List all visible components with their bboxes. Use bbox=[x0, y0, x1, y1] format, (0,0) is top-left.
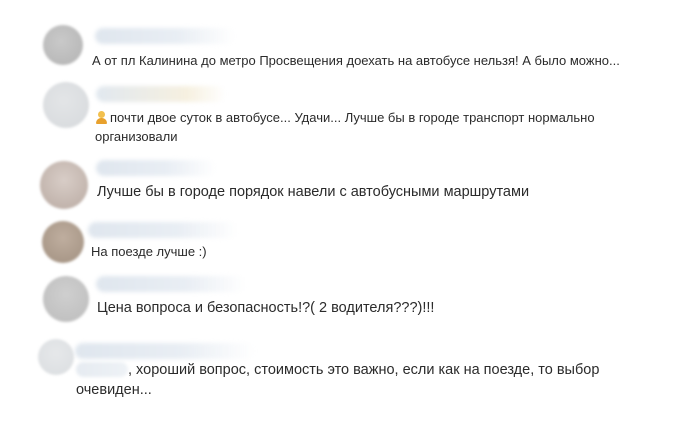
author-name[interactable] bbox=[96, 276, 246, 292]
comment-text-line1: почти двое суток в автобусе... Удачи... … bbox=[110, 110, 595, 125]
comment-item: А от пл Калинина до метро Просвещения до… bbox=[0, 0, 696, 80]
comment-text: Цена вопроса и безопасность!?( 2 водител… bbox=[97, 300, 435, 316]
avatar[interactable] bbox=[42, 221, 84, 263]
author-name[interactable] bbox=[96, 86, 226, 102]
person-emoji-icon bbox=[95, 111, 108, 124]
author-name[interactable] bbox=[88, 222, 238, 238]
avatar[interactable] bbox=[43, 276, 89, 322]
comment-text: почти двое суток в автобусе... Удачи... … bbox=[95, 108, 595, 127]
comment-text-line1: , хороший вопрос, стоимость это важно, е… bbox=[128, 362, 600, 378]
avatar[interactable] bbox=[43, 25, 83, 65]
comment-item: Цена вопроса и безопасность!?( 2 водител… bbox=[0, 270, 696, 335]
author-name[interactable] bbox=[75, 343, 255, 359]
comment-text: А от пл Калинина до метро Просвещения до… bbox=[92, 53, 620, 68]
comment-text: На поезде лучше :) bbox=[91, 244, 207, 259]
comment-item: почти двое суток в автобусе... Удачи... … bbox=[0, 80, 696, 160]
avatar[interactable] bbox=[40, 161, 88, 209]
author-name[interactable] bbox=[95, 28, 235, 44]
mentioned-user-name[interactable] bbox=[76, 362, 128, 377]
comment-text-line2: организовали bbox=[95, 129, 178, 144]
comment-item: , хороший вопрос, стоимость это важно, е… bbox=[0, 335, 696, 435]
avatar[interactable] bbox=[38, 339, 74, 375]
comment-text-line2: очевиден... bbox=[76, 382, 152, 398]
comment-item: На поезде лучше :) bbox=[0, 215, 696, 270]
comment-item: Лучше бы в городе порядок навели с автоб… bbox=[0, 155, 696, 215]
avatar[interactable] bbox=[43, 82, 89, 128]
author-name[interactable] bbox=[96, 160, 216, 176]
comment-text: , хороший вопрос, стоимость это важно, е… bbox=[76, 361, 599, 380]
comment-text: Лучше бы в городе порядок навели с автоб… bbox=[97, 184, 530, 200]
